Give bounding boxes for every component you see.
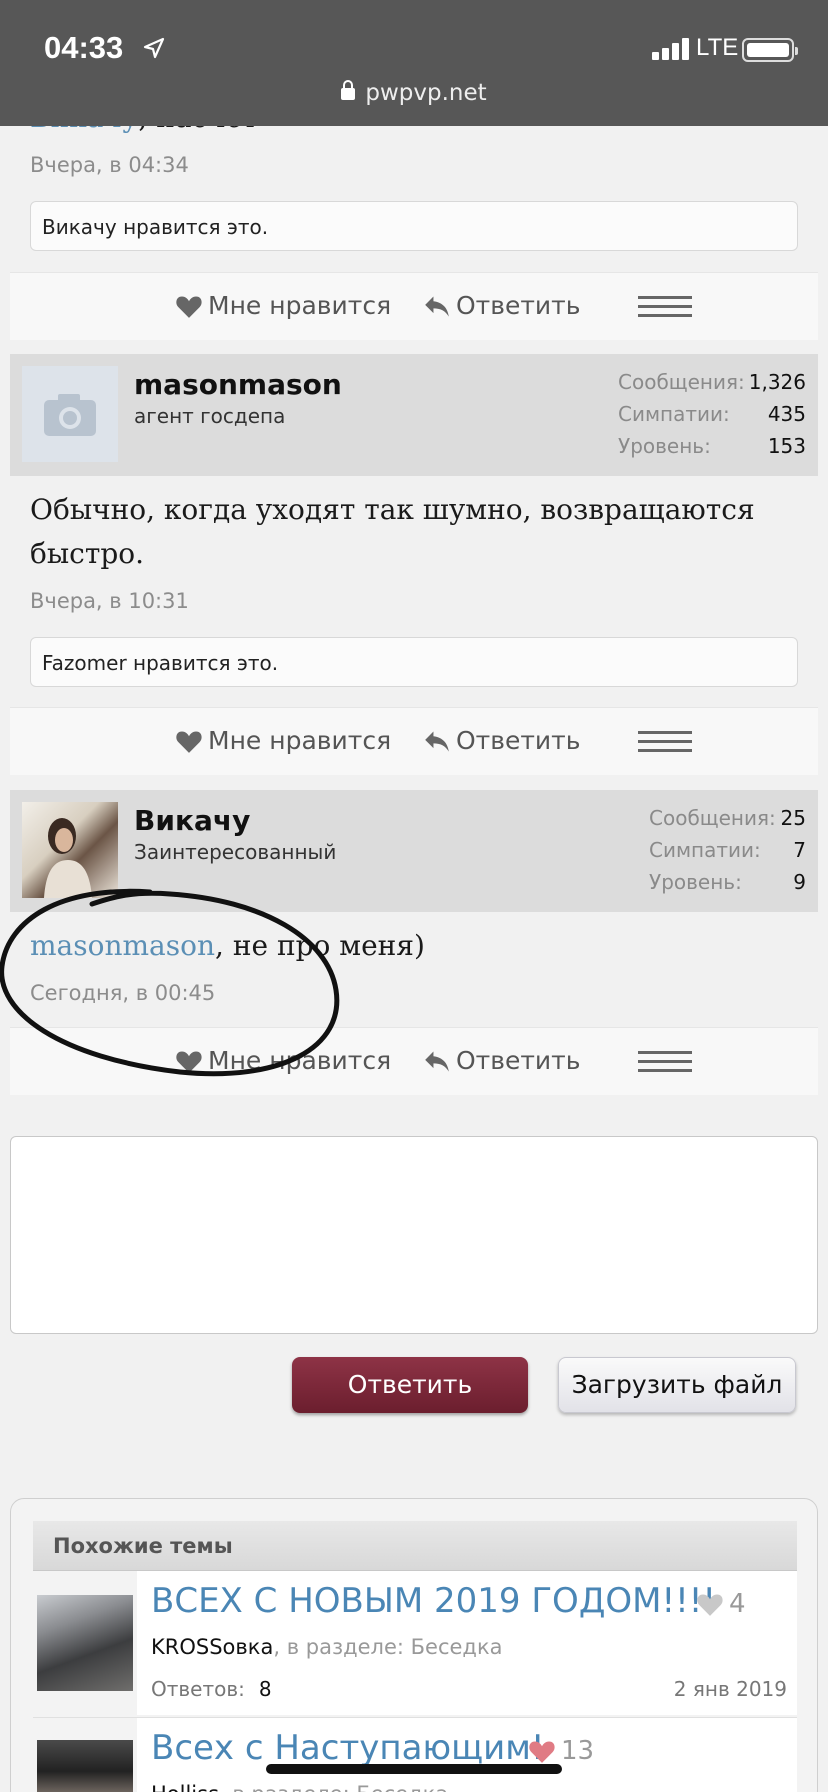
post-date[interactable]: Вчера, в 10:31: [30, 589, 189, 613]
thread-meta: Holliss, в разделе: Беседка: [151, 1782, 448, 1792]
avatar[interactable]: [22, 366, 118, 462]
reply-button[interactable]: Ответить: [422, 1046, 580, 1075]
thread-replies: Ответов: 8: [151, 1677, 272, 1701]
post-actions: Мне нравится Ответить: [10, 707, 818, 775]
menu-icon[interactable]: [638, 1051, 692, 1073]
thread-author[interactable]: KROSSовка: [151, 1635, 273, 1659]
lock-icon: [341, 80, 356, 100]
thread-meta: KROSSовка, в разделе: Беседка: [151, 1635, 503, 1659]
heart-icon: [529, 1741, 555, 1763]
clock: 04:33: [44, 30, 124, 65]
thread-item[interactable]: ВСЕХ С НОВЫМ 2019 ГОДОМ!!!! 4 KROSSовка,…: [33, 1571, 797, 1715]
stat-row: Уровень: 153: [618, 434, 806, 458]
stat-row: Симпатии: 7: [649, 838, 806, 862]
signal-strength-icon: [652, 38, 690, 60]
battery-icon: [742, 38, 798, 62]
stat-row: Симпатии: 435: [618, 402, 806, 426]
browser-status-bar: 04:33 LTE pwpvp.net: [0, 0, 828, 126]
similar-threads: Похожие темы ВСЕХ С НОВЫМ 2019 ГОДОМ!!!!…: [10, 1498, 818, 1792]
heart-icon: [176, 296, 202, 318]
post-date[interactable]: Вчера, в 04:34: [30, 153, 189, 177]
like-button[interactable]: Мне нравится: [174, 726, 391, 755]
thread-item[interactable]: Всех с Наступающим! 13 Holliss, в раздел…: [33, 1717, 797, 1792]
heart-icon: [697, 1594, 723, 1616]
reply-arrow-icon: [425, 731, 449, 752]
post-message: Обычно, когда уходят так шумно, возвраща…: [30, 493, 755, 570]
username[interactable]: masonmason: [134, 368, 342, 401]
thread-likes: 13: [527, 1736, 594, 1766]
stat-row: Сообщения: 25: [649, 806, 806, 830]
home-indicator[interactable]: [266, 1764, 562, 1774]
post-actions: Мне нравится Ответить: [10, 272, 818, 340]
menu-icon[interactable]: [638, 731, 692, 753]
username[interactable]: Викачу: [134, 804, 250, 837]
likes-summary[interactable]: Викачу нравится это.: [30, 201, 798, 251]
upload-file-button[interactable]: Загрузить файл: [558, 1357, 796, 1413]
reply-button[interactable]: Ответить: [422, 726, 580, 755]
location-arrow-icon: [143, 37, 165, 59]
likes-summary[interactable]: Fazomer нравится это.: [30, 637, 798, 687]
thread-title[interactable]: ВСЕХ С НОВЫМ 2019 ГОДОМ!!!!: [151, 1581, 716, 1621]
user-stats: Сообщения: 25 Симпатии: 7 Уровень: 9: [649, 802, 806, 898]
user-title: агент госдепа: [134, 404, 286, 428]
user-stats: Сообщения: 1,326 Симпатии: 435 Уровень: 153: [618, 366, 806, 462]
thread-likes: 4: [695, 1589, 746, 1619]
thread-thumbnail[interactable]: [37, 1740, 133, 1792]
reply-button[interactable]: Ответить: [422, 291, 580, 320]
post-author-bar: masonmason агент госдепа Сообщения: 1,326…: [10, 354, 818, 476]
thread-author[interactable]: Holliss: [151, 1782, 219, 1792]
heart-icon: [176, 731, 202, 753]
url-bar[interactable]: pwpvp.net: [0, 80, 828, 106]
hand-drawn-circle-annotation: [0, 888, 340, 1077]
thread-title[interactable]: Всех с Наступающим!: [151, 1728, 544, 1768]
thread-date: 2 янв 2019: [673, 1677, 787, 1701]
url-text: pwpvp.net: [365, 80, 487, 106]
camera-placeholder-icon: [44, 394, 96, 436]
reply-arrow-icon: [425, 296, 449, 317]
network-type: LTE: [696, 34, 739, 61]
menu-icon[interactable]: [638, 296, 692, 318]
stat-row: Уровень: 9: [649, 870, 806, 894]
stat-row: Сообщения: 1,326: [618, 370, 806, 394]
submit-reply-button[interactable]: Ответить: [292, 1357, 528, 1413]
reply-arrow-icon: [425, 1051, 449, 1072]
similar-threads-heading: Похожие темы: [33, 1521, 797, 1571]
reply-editor[interactable]: [10, 1136, 818, 1334]
like-button[interactable]: Мне нравится: [174, 291, 391, 320]
user-title: Заинтересованный: [134, 840, 337, 864]
thread-thumbnail[interactable]: [37, 1595, 133, 1691]
